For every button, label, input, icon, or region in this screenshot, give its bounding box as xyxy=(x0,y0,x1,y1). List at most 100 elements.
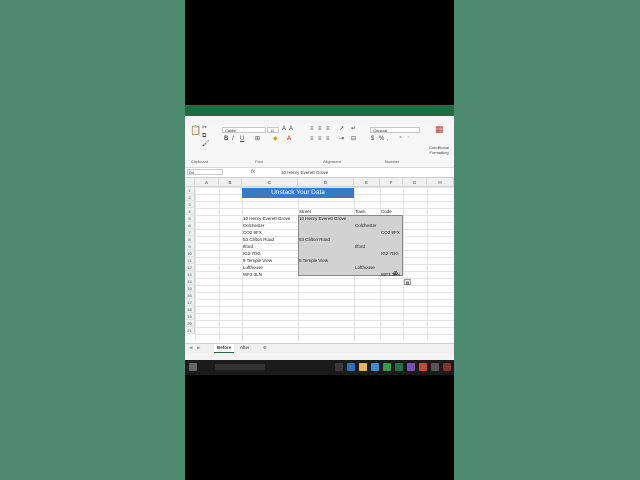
align-left-icon[interactable]: ≡ xyxy=(310,136,314,143)
app-icon[interactable] xyxy=(443,363,451,371)
row-header[interactable]: 19 xyxy=(185,313,195,320)
row-header[interactable]: 12 xyxy=(185,264,195,271)
tab-prev-icon[interactable]: ◀ xyxy=(189,344,192,352)
town-cell[interactable]: Ilford xyxy=(355,243,365,250)
row-header[interactable]: 14 xyxy=(185,278,195,285)
app-icon[interactable] xyxy=(431,363,439,371)
selected-range[interactable] xyxy=(298,215,403,276)
row-header[interactable]: 1 xyxy=(185,187,195,194)
copy-icon[interactable]: ⧉ xyxy=(202,133,206,140)
code-cell[interactable]: CO2 9FX xyxy=(381,229,400,236)
source-cell[interactable]: 10 Henry Everett Grove xyxy=(243,215,290,222)
row-header[interactable]: 20 xyxy=(185,320,195,327)
decrease-decimal-icon[interactable]: ⁻ xyxy=(407,136,410,143)
fx-icon[interactable]: fx xyxy=(251,168,255,177)
row-header[interactable]: 15 xyxy=(185,285,195,292)
town-cell[interactable]: Lofthouse xyxy=(355,264,375,271)
add-sheet-icon[interactable]: ⊕ xyxy=(263,344,267,352)
source-cell[interactable]: 5 Temple View xyxy=(243,257,272,264)
column-header-h[interactable]: H xyxy=(427,178,454,187)
align-bottom-icon[interactable]: ≡ xyxy=(326,126,330,133)
folder-icon[interactable] xyxy=(359,363,367,371)
source-cell[interactable]: Ilford xyxy=(243,243,253,250)
font-color-icon[interactable]: A xyxy=(287,136,291,143)
street-cell[interactable]: 10 Henry Everett Grove xyxy=(299,215,346,222)
row-header[interactable]: 11 xyxy=(185,257,195,264)
column-header-a[interactable]: A xyxy=(195,178,219,187)
row-header[interactable]: 21 xyxy=(185,327,195,334)
column-header-c[interactable]: C xyxy=(242,178,298,187)
fill-color-icon[interactable]: ◆ xyxy=(273,136,278,143)
tab-next-icon[interactable]: ▶ xyxy=(197,344,200,352)
store-icon[interactable] xyxy=(371,363,379,371)
row-header[interactable]: 9 xyxy=(185,243,195,250)
borders-icon[interactable]: ⊞ xyxy=(255,136,260,143)
paste-icon[interactable]: 📋 xyxy=(190,126,201,135)
align-right-icon[interactable]: ≡ xyxy=(326,136,330,143)
search-box[interactable] xyxy=(215,364,265,370)
excel-taskbar-icon[interactable] xyxy=(395,363,403,371)
street-cell[interactable]: 53 Clifton Road xyxy=(299,236,330,243)
column-header-d[interactable]: D xyxy=(298,178,354,187)
column-header-g[interactable]: G xyxy=(403,178,427,187)
taskview-icon[interactable] xyxy=(335,363,343,371)
wrap-text-icon[interactable]: ↵ xyxy=(351,126,356,133)
name-box[interactable]: D4 xyxy=(187,169,223,175)
increase-decimal-icon[interactable]: ⁺ xyxy=(399,136,402,143)
source-cell[interactable]: 53 Clifton Road xyxy=(243,236,274,243)
decrease-font-icon[interactable]: A xyxy=(289,126,293,133)
source-cell[interactable]: IG2 7DG xyxy=(243,250,261,257)
row-header[interactable]: 2 xyxy=(185,194,195,201)
increase-font-icon[interactable]: A xyxy=(282,126,286,133)
row-header[interactable]: 6 xyxy=(185,222,195,229)
tab-before[interactable]: Before xyxy=(214,344,235,353)
indent-icon[interactable]: ⇥ xyxy=(339,136,344,143)
select-all-corner[interactable] xyxy=(185,178,195,187)
source-cell[interactable]: WF3 3LN xyxy=(243,271,262,278)
number-format-box[interactable]: General xyxy=(370,127,420,133)
source-cell[interactable]: CO2 9FX xyxy=(243,229,262,236)
currency-icon[interactable]: $ xyxy=(371,136,374,143)
town-cell[interactable]: Colchester xyxy=(355,222,377,229)
row-header[interactable]: 3 xyxy=(185,201,195,208)
merge-icon[interactable]: ⊟ xyxy=(351,136,356,143)
column-header-f[interactable]: F xyxy=(380,178,403,187)
column-header-e[interactable]: E xyxy=(354,178,380,187)
row-header[interactable]: 10 xyxy=(185,250,195,257)
chrome-icon[interactable] xyxy=(383,363,391,371)
row-header[interactable]: 7 xyxy=(185,229,195,236)
font-size-box[interactable]: 11 xyxy=(267,127,279,133)
source-cell[interactable]: Colchester xyxy=(243,222,265,229)
column-header-b[interactable]: B xyxy=(219,178,242,187)
cut-icon[interactable]: ✂ xyxy=(202,125,207,132)
row-header[interactable]: 5 xyxy=(185,215,195,222)
code-cell[interactable]: IG2 7DG xyxy=(381,250,399,257)
tab-after[interactable]: After xyxy=(237,344,253,352)
percent-icon[interactable]: % xyxy=(379,136,384,143)
row-header[interactable]: 18 xyxy=(185,306,195,313)
row-header[interactable]: 13 xyxy=(185,271,195,278)
source-cell[interactable]: Lofthouse xyxy=(243,264,263,271)
formula-input[interactable]: 10 Henry Everett Grove xyxy=(281,168,328,177)
align-middle-icon[interactable]: ≡ xyxy=(318,126,322,133)
row-header[interactable]: 16 xyxy=(185,292,195,299)
row-header[interactable]: 17 xyxy=(185,299,195,306)
app-icon[interactable] xyxy=(407,363,415,371)
conditional-formatting-label[interactable]: Conditional Formatting xyxy=(425,145,453,155)
comma-icon[interactable]: , xyxy=(387,136,389,143)
underline-icon[interactable]: U xyxy=(240,136,244,143)
align-top-icon[interactable]: ≡ xyxy=(310,126,314,133)
italic-icon[interactable]: I xyxy=(232,136,234,143)
powerpoint-icon[interactable] xyxy=(419,363,427,371)
conditional-formatting-icon[interactable]: ▦ xyxy=(435,125,444,134)
quick-analysis-icon[interactable]: ▤ xyxy=(404,279,411,285)
orientation-icon[interactable]: ↗ xyxy=(339,126,344,133)
font-name-box[interactable]: Calibri xyxy=(222,127,266,133)
row-header[interactable]: 8 xyxy=(185,236,195,243)
bold-icon[interactable]: B xyxy=(224,136,228,143)
align-center-icon[interactable]: ≡ xyxy=(318,136,322,143)
row-header[interactable]: 4 xyxy=(185,208,195,215)
street-cell[interactable]: 5 Temple View xyxy=(299,257,328,264)
format-painter-icon[interactable]: 🖌 xyxy=(202,141,210,148)
edge-icon[interactable] xyxy=(347,363,355,371)
